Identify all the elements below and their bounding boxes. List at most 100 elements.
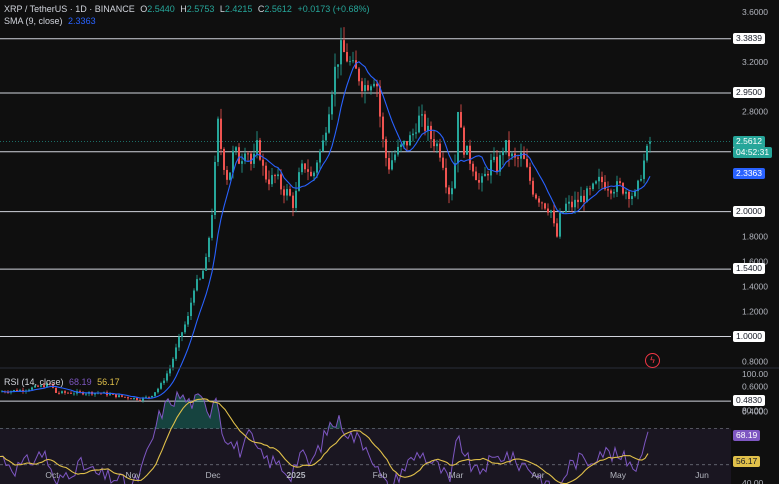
candle-up <box>61 391 63 394</box>
price-tick-label: 3.2000 <box>742 57 768 67</box>
candle-up <box>172 358 174 368</box>
sma-price-label: 2.3363 <box>733 167 765 179</box>
candle-down <box>601 176 603 183</box>
candle-up <box>295 190 297 208</box>
candle-up <box>301 163 303 173</box>
rsi-tick-label: 40.00 <box>742 478 764 484</box>
candle-down <box>268 179 270 185</box>
candle-up <box>145 396 147 398</box>
rsi-legend[interactable]: RSI (14, close) 68.19 56.17 <box>4 377 123 388</box>
candle-down <box>250 153 252 164</box>
candle-up <box>184 324 186 333</box>
candle-up <box>151 395 153 398</box>
candle-up <box>133 397 135 400</box>
time-axis-label: Feb <box>373 470 388 480</box>
candle-down <box>385 139 387 159</box>
candle-up <box>481 176 483 183</box>
candle-down <box>442 157 444 168</box>
candle-up <box>340 40 342 65</box>
candle-down <box>139 399 141 401</box>
candle-up <box>169 367 171 374</box>
candle-down <box>121 395 123 397</box>
candle-down <box>430 125 432 140</box>
rsi-tick-label: 80.00 <box>742 405 764 415</box>
candle-down <box>388 158 390 170</box>
time-axis-label: Jun <box>695 470 709 480</box>
time-axis-label: Nov <box>125 470 141 480</box>
price-tick-label: 1.2000 <box>742 307 768 317</box>
candle-down <box>223 148 225 170</box>
candle-down <box>292 195 294 208</box>
candle-up <box>73 393 75 395</box>
candle-up <box>211 214 213 238</box>
candle-down <box>265 165 267 180</box>
candle-up <box>421 114 423 116</box>
ohlc-high: H2.5753 <box>180 4 215 14</box>
candle-up <box>202 270 204 279</box>
ohlc-low: L2.4215 <box>219 4 253 14</box>
candle-up <box>592 183 594 190</box>
candle-down <box>448 187 450 195</box>
candle-up <box>175 347 177 359</box>
price-tick-label: 1.8000 <box>742 232 768 242</box>
ohlc-close: C2.5612 <box>257 4 292 14</box>
candle-down <box>619 181 621 184</box>
candle-down <box>622 183 624 194</box>
candle-up <box>157 388 159 393</box>
candle-up <box>349 61 351 63</box>
candle-up <box>595 181 597 184</box>
candle-down <box>508 140 510 157</box>
candle-up <box>418 115 420 133</box>
candle-down <box>259 140 261 160</box>
candle-up <box>559 212 561 237</box>
candle-down <box>424 114 426 131</box>
candle-down <box>358 68 360 82</box>
candle-up <box>466 145 468 155</box>
candle-down <box>610 190 612 194</box>
rsi-ma-value-label: 56.17 <box>733 455 761 467</box>
candle-down <box>124 396 126 398</box>
candle-down <box>280 174 282 190</box>
level-price-label: 1.0000 <box>733 330 765 342</box>
candle-up <box>190 302 192 317</box>
candle-down <box>361 81 363 91</box>
price-chart[interactable]: 3.60003.20002.80001.80001.60001.40001.20… <box>0 0 779 484</box>
last-price-label: 2.5612 <box>733 135 765 147</box>
candle-down <box>130 398 132 400</box>
candle-down <box>79 391 81 392</box>
alert-bolt-icon[interactable]: ϟ <box>645 353 660 368</box>
candle-up <box>613 191 615 194</box>
level-price-label: 2.0000 <box>733 205 765 217</box>
candle-up <box>328 114 330 133</box>
candle-down <box>148 396 150 398</box>
rsi-title: RSI (14, close) <box>4 377 64 387</box>
candle-up <box>505 140 507 152</box>
candle-down <box>127 397 129 399</box>
time-axis-label: Apr <box>531 470 544 480</box>
sma-legend[interactable]: SMA (9, close) 2.3363 <box>4 16 99 27</box>
candle-down <box>589 188 591 190</box>
candle-up <box>643 160 645 179</box>
candle-up <box>187 316 189 325</box>
candle-down <box>226 169 228 180</box>
symbol-title[interactable]: XRP / TetherUS · 1D · BINANCE <box>4 4 135 14</box>
rsi-overbought-fill <box>0 392 650 429</box>
candle-up <box>319 151 321 163</box>
level-price-label: 3.3839 <box>733 32 765 44</box>
candle-up <box>208 237 210 258</box>
candle-down <box>463 127 465 155</box>
candle-up <box>640 178 642 181</box>
candle-up <box>412 133 414 136</box>
candle-down <box>220 118 222 149</box>
candle-up <box>199 278 201 280</box>
candle-up <box>160 383 162 389</box>
candle-up <box>454 163 456 189</box>
time-axis-label: 2025 <box>287 470 306 480</box>
candle-down <box>439 143 441 158</box>
candle-up <box>316 162 318 173</box>
candle-up <box>391 160 393 170</box>
candle-up <box>337 64 339 67</box>
candle-down <box>541 202 543 204</box>
candle-down <box>571 201 573 208</box>
candle-down <box>460 112 462 128</box>
